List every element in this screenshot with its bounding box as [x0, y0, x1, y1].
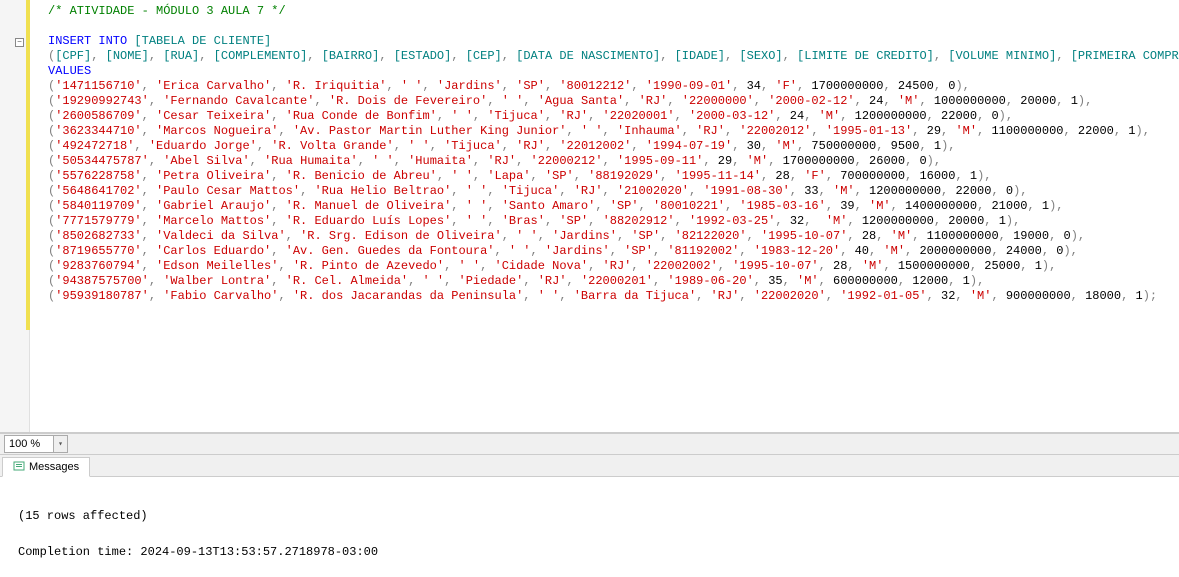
zoom-dropdown-arrow[interactable]: ▾: [54, 435, 68, 453]
zoom-bar: ▾: [0, 433, 1179, 455]
collapse-toggle[interactable]: −: [15, 38, 24, 47]
rows-affected-text: (15 rows affected): [18, 509, 148, 523]
change-marker: [26, 0, 30, 330]
completion-time-text: Completion time: 2024-09-13T13:53:57.271…: [18, 545, 378, 559]
editor-gutter: −: [0, 0, 30, 432]
messages-pane[interactable]: (15 rows affected) Completion time: 2024…: [0, 477, 1179, 577]
zoom-input[interactable]: [4, 435, 54, 453]
sql-editor-pane: − /* ATIVIDADE - MÓDULO 3 AULA 7 */ INSE…: [0, 0, 1179, 433]
messages-tab[interactable]: Messages: [2, 457, 90, 477]
messages-tab-label: Messages: [29, 461, 79, 473]
results-tab-strip: Messages: [0, 455, 1179, 477]
code-editor[interactable]: /* ATIVIDADE - MÓDULO 3 AULA 7 */ INSERT…: [30, 0, 1179, 432]
messages-icon: [13, 461, 25, 473]
